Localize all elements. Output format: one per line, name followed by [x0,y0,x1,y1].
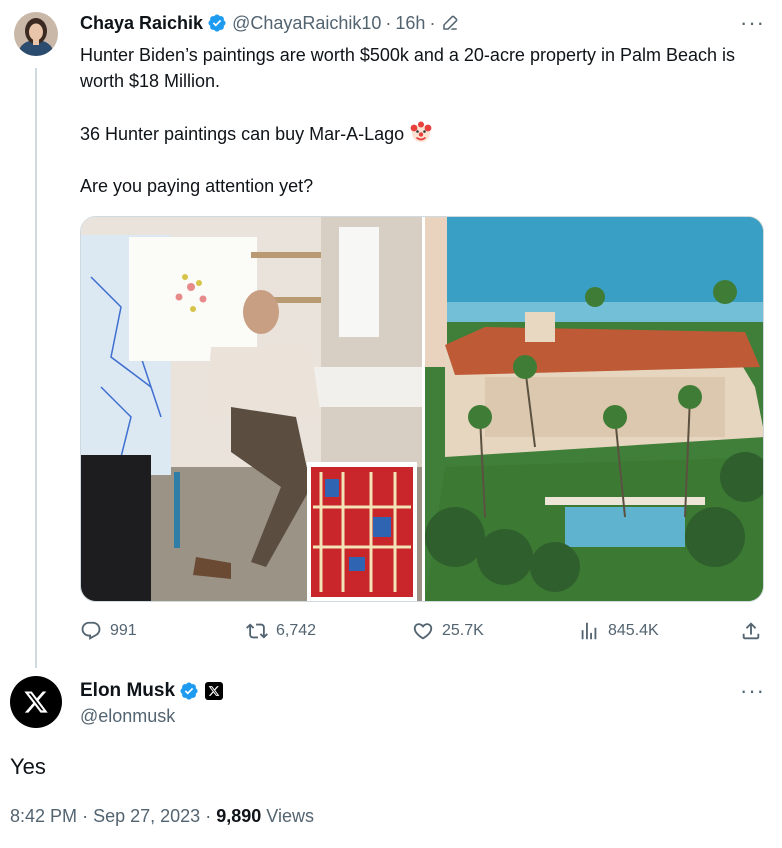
tweet-body-text-2: Are you paying attention yet? [80,176,314,196]
x-affiliate-badge-icon [205,682,224,700]
like-icon [413,623,433,640]
tweet-time[interactable]: 16h [395,13,425,34]
tweet-body-text: Hunter Biden’s paintings are worth $500k… [80,45,736,144]
author-handle[interactable]: @ChayaRaichik10 [232,13,381,34]
reply-views-count: 9,890 [216,806,262,826]
like-button[interactable]: 25.7K [412,620,484,642]
views-count: 845.4K [608,622,659,639]
reply-time[interactable]: 8:42 PM [10,806,77,826]
share-icon [742,622,760,640]
edit-pencil-icon[interactable] [441,14,459,32]
reply-icon [81,621,101,640]
repost-icon [246,623,268,639]
like-count: 25.7K [442,622,484,639]
separator-dot: · [82,806,89,826]
separator-dot: · [429,12,436,33]
reply-author-avatar[interactable] [10,676,62,728]
reply-text: Yes [10,754,46,779]
tweet-text: Hunter Biden’s paintings are worth $500k… [80,42,770,199]
reply-author-name[interactable]: Elon Musk [80,680,175,702]
tweet-media[interactable] [80,216,764,602]
reply-count: 991 [110,622,137,639]
more-icon[interactable]: ··· [740,12,765,34]
author-avatar[interactable] [14,12,58,56]
separator-dot: · [205,806,212,826]
reply-more-icon[interactable]: ··· [740,680,765,702]
tweet-header: Chaya Raichik @ChayaRaichik10 · 16h · [80,10,770,36]
tweet-actions: 991 6,742 25.7K 845.4K [80,620,770,646]
repost-button[interactable]: 6,742 [246,620,316,642]
share-button[interactable] [740,620,762,642]
verified-badge-icon [207,13,227,33]
media-image-studio[interactable] [81,217,422,601]
reply-name-row: Elon Musk [80,678,224,704]
clown-emoji-icon [409,120,433,144]
reply-header: Elon Musk @elonmusk [80,678,224,727]
reply-author-handle[interactable]: @elonmusk [80,706,223,727]
reply-button[interactable]: 991 [80,620,137,642]
reply-views-label: Views [266,806,314,826]
x-logo-icon [24,691,48,713]
separator-dot: · [385,12,392,33]
verified-badge-icon [179,681,199,701]
original-tweet[interactable]: Chaya Raichik @ChayaRaichik10 · 16h · Hu… [80,10,770,199]
thread-connector-line [35,68,37,668]
media-image-mar-a-lago[interactable] [425,217,763,601]
repost-count: 6,742 [276,622,317,639]
author-name[interactable]: Chaya Raichik [80,13,203,34]
reply-date[interactable]: Sep 27, 2023 [93,806,200,826]
views-icon [581,622,597,640]
reply-meta: 8:42 PM · Sep 27, 2023 · 9,890 Views [10,806,314,827]
views-button[interactable]: 845.4K [578,620,659,642]
